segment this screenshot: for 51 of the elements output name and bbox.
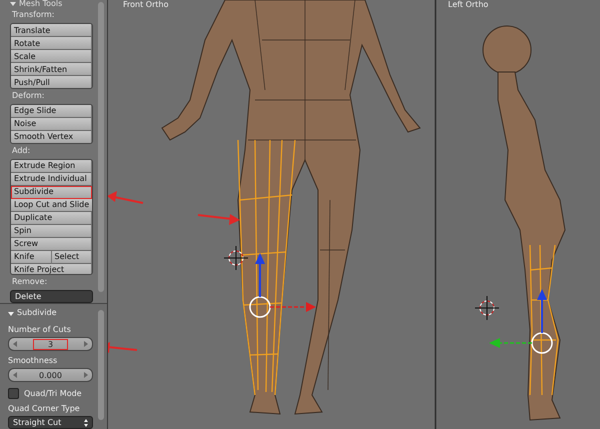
tool-button[interactable]: Extrude Region xyxy=(11,160,92,173)
section-label: Transform: xyxy=(12,9,56,20)
tool-button[interactable]: Extrude Individual xyxy=(11,172,92,186)
section-label: Add: xyxy=(12,144,32,156)
up-down-arrows-icon xyxy=(84,418,88,426)
tool-button[interactable]: Noise xyxy=(11,118,92,131)
checkbox[interactable] xyxy=(8,388,19,399)
smoothness-field[interactable]: 0.000 xyxy=(8,368,93,382)
collapse-triangle-icon[interactable] xyxy=(8,311,14,317)
increment-arrow-icon[interactable] xyxy=(84,372,88,378)
corner-type-dropdown[interactable]: Straight Cut xyxy=(8,416,93,429)
viewport-title: Front Ortho xyxy=(123,0,168,9)
tool-button[interactable]: Spin xyxy=(11,224,92,238)
tool-button[interactable]: Smooth Vertex xyxy=(11,130,92,143)
annotation-arrow xyxy=(108,191,144,204)
field-label: Smoothness xyxy=(8,356,58,366)
decrement-arrow-icon[interactable] xyxy=(13,372,17,378)
field-label: Quad Corner Type xyxy=(8,404,81,414)
operator-header[interactable]: Subdivide xyxy=(17,308,56,320)
tool-button[interactable]: Scale xyxy=(11,50,92,63)
collapse-triangle-icon[interactable] xyxy=(10,1,16,7)
tool-button[interactable]: Screw xyxy=(11,238,92,251)
increment-arrow-icon[interactable] xyxy=(84,341,88,347)
tool-button[interactable]: Duplicate xyxy=(11,212,92,225)
tool-button[interactable]: Subdivide xyxy=(11,186,92,199)
cursor-icon xyxy=(224,246,248,270)
viewport-title: Left Ortho xyxy=(448,0,488,9)
tool-button[interactable]: Knife Project xyxy=(11,264,92,274)
scrollbar[interactable] xyxy=(98,310,104,420)
section-label: Remove: xyxy=(12,276,48,288)
tool-button[interactable]: Shrink/Fatten xyxy=(11,63,92,76)
tool-button[interactable]: Knife xyxy=(11,250,52,264)
section-label: Deform: xyxy=(12,90,46,101)
panel-header[interactable]: Mesh Tools xyxy=(19,0,62,8)
tool-button[interactable]: Loop Cut and Slide xyxy=(11,198,92,212)
tool-button[interactable]: Rotate xyxy=(11,37,92,50)
decrement-arrow-icon[interactable] xyxy=(13,341,17,347)
transform-gizmo-icon xyxy=(489,289,553,354)
transform-gizmo-icon xyxy=(249,253,316,318)
annotation-arrow xyxy=(108,342,138,353)
tool-button[interactable]: Select xyxy=(52,250,92,264)
scrollbar[interactable] xyxy=(98,2,104,292)
field-label: Number of Cuts xyxy=(8,325,72,335)
cursor-icon xyxy=(474,296,500,320)
tool-button[interactable]: Push/Pull xyxy=(11,76,92,88)
checkbox-label: Quad/Tri Mode xyxy=(24,389,82,398)
tool-button[interactable]: Edge Slide xyxy=(11,104,92,118)
tool-button[interactable]: Translate xyxy=(11,24,92,37)
annotation-arrow xyxy=(198,214,240,225)
delete-dropdown[interactable]: Delete xyxy=(10,290,93,303)
number-of-cuts-field[interactable]: 3 xyxy=(8,337,93,351)
